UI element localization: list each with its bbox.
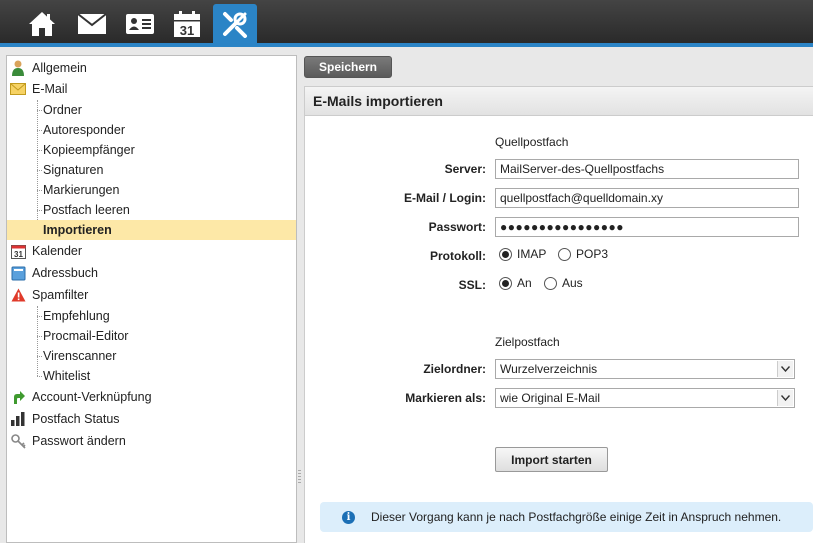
- radio-selected: [499, 247, 512, 261]
- calendar-small-icon: 31: [10, 243, 26, 259]
- mail-icon[interactable]: [70, 5, 114, 42]
- info-text: Dieser Vorgang kann je nach Postfachgröß…: [371, 510, 782, 524]
- toolbar-accent-line: [0, 43, 813, 47]
- password-label: Passwort:: [428, 220, 486, 234]
- server-input[interactable]: MailServer-des-Quellpostfachs: [495, 159, 799, 179]
- sidebar-item-label: Kalender: [32, 244, 83, 258]
- calendar-icon[interactable]: 31: [165, 5, 209, 42]
- sidebar-item-virenscanner[interactable]: Virenscanner: [7, 346, 296, 366]
- link-arrow-icon: [10, 389, 26, 405]
- sidebar-item-allgemein[interactable]: Allgemein: [7, 58, 296, 78]
- sidebar-item-label: Virenscanner: [43, 349, 117, 363]
- import-panel: E-Mails importieren: [304, 86, 813, 543]
- sidebar-item-spamfilter[interactable]: Spamfilter: [7, 285, 296, 305]
- sidebar-item-autoresponder[interactable]: Autoresponder: [7, 120, 296, 140]
- chevron-down-icon[interactable]: [777, 390, 793, 406]
- sidebar-item-label: Postfach leeren: [43, 203, 130, 217]
- radio-unselected: [544, 276, 557, 290]
- server-label: Server:: [444, 162, 486, 176]
- sidebar-item-label: Postfach Status: [32, 412, 120, 426]
- sidebar-item-label: Markierungen: [43, 183, 120, 197]
- login-input[interactable]: quellpostfach@quelldomain.xy: [495, 188, 799, 208]
- sidebar-item-markierungen[interactable]: Markierungen: [7, 180, 296, 200]
- svg-text:31: 31: [180, 23, 194, 38]
- page-title: E-Mails importieren: [305, 87, 813, 116]
- sidebar-item-label: Whitelist: [43, 369, 91, 383]
- save-button[interactable]: Speichern: [304, 56, 392, 78]
- sidebar-item-label: Empfehlung: [43, 309, 110, 323]
- ssl-label: SSL:: [458, 278, 486, 292]
- bar-chart-icon: [10, 411, 26, 427]
- radio-label: IMAP: [517, 247, 547, 261]
- sidebar-item-whitelist[interactable]: Whitelist: [7, 366, 296, 386]
- sidebar-item-ordner[interactable]: Ordner: [7, 100, 296, 120]
- sidebar-item-label: Spamfilter: [32, 288, 89, 302]
- top-toolbar: 31: [0, 0, 813, 43]
- sidebar-item-label: Adressbuch: [32, 266, 99, 280]
- sidebar-item-label: Procmail-Editor: [43, 329, 129, 343]
- sidebar-item-postfach-status[interactable]: Postfach Status: [7, 409, 296, 429]
- settings-sidebar: Allgemein E-Mail Ordner Autoresponder Ko…: [6, 55, 297, 543]
- addressbook-icon: [10, 265, 26, 281]
- sidebar-item-importieren[interactable]: Importieren: [7, 220, 296, 240]
- radio-label: An: [517, 276, 532, 290]
- folder-select-value: Wurzelverzeichnis: [500, 362, 598, 376]
- sidebar-item-signaturen[interactable]: Signaturen: [7, 160, 296, 180]
- tools-icon[interactable]: [213, 4, 257, 43]
- ssl-off-radio[interactable]: Aus: [544, 276, 583, 290]
- user-icon: [10, 60, 26, 76]
- sidebar-item-postfach-leeren[interactable]: Postfach leeren: [7, 200, 296, 220]
- ssl-on-radio[interactable]: An: [499, 276, 532, 290]
- sidebar-item-kalender[interactable]: 31 Kalender: [7, 241, 296, 261]
- folder-select[interactable]: Wurzelverzeichnis: [495, 359, 795, 379]
- sidebar-item-account-verknuepfung[interactable]: Account-Verknüpfung: [7, 387, 296, 407]
- warning-icon: [10, 287, 26, 303]
- sidebar-item-procmail-editor[interactable]: Procmail-Editor: [7, 326, 296, 346]
- panel-resize-handle[interactable]: [298, 468, 302, 488]
- envelope-icon: [10, 81, 26, 97]
- login-label: E-Mail / Login:: [404, 191, 486, 205]
- sidebar-item-label: Signaturen: [43, 163, 104, 177]
- sidebar-item-label: E-Mail: [32, 82, 68, 96]
- radio-unselected: [558, 247, 571, 261]
- mark-select[interactable]: wie Original E-Mail: [495, 388, 795, 408]
- radio-label: Aus: [562, 276, 583, 290]
- sidebar-item-kopieempfaenger[interactable]: Kopieempfänger: [7, 140, 296, 160]
- protocol-imap-radio[interactable]: IMAP: [499, 247, 546, 261]
- home-icon[interactable]: [20, 5, 64, 42]
- info-notice: i Dieser Vorgang kann je nach Postfachgr…: [320, 502, 813, 532]
- import-start-button[interactable]: Import starten: [495, 447, 608, 472]
- contact-card-icon[interactable]: [118, 5, 162, 42]
- sidebar-item-label: Passwort ändern: [32, 434, 126, 448]
- mark-label: Markieren als:: [405, 391, 486, 405]
- target-section-title: Zielpostfach: [495, 335, 560, 349]
- sidebar-item-passwort-aendern[interactable]: Passwort ändern: [7, 431, 296, 451]
- sidebar-item-label: Importieren: [43, 223, 112, 237]
- sidebar-item-label: Autoresponder: [43, 123, 126, 137]
- protocol-label: Protokoll:: [430, 249, 486, 263]
- svg-text:31: 31: [14, 250, 23, 259]
- folder-label: Zielordner:: [423, 362, 486, 376]
- sidebar-item-label: Kopieempfänger: [43, 143, 135, 157]
- sidebar-item-label: Ordner: [43, 103, 82, 117]
- sidebar-item-adressbuch[interactable]: Adressbuch: [7, 263, 296, 283]
- radio-selected: [499, 276, 512, 290]
- key-icon: [10, 433, 26, 449]
- sidebar-item-label: Allgemein: [32, 61, 87, 75]
- password-input[interactable]: ●●●●●●●●●●●●●●●●: [495, 217, 799, 237]
- mark-select-value: wie Original E-Mail: [500, 391, 601, 405]
- sidebar-item-email[interactable]: E-Mail: [7, 79, 296, 99]
- radio-label: POP3: [576, 247, 609, 261]
- protocol-pop3-radio[interactable]: POP3: [558, 247, 608, 261]
- sidebar-item-label: Account-Verknüpfung: [32, 390, 152, 404]
- sidebar-item-empfehlung[interactable]: Empfehlung: [7, 306, 296, 326]
- chevron-down-icon[interactable]: [777, 361, 793, 377]
- info-icon: i: [342, 510, 355, 524]
- source-section-title: Quellpostfach: [495, 135, 569, 149]
